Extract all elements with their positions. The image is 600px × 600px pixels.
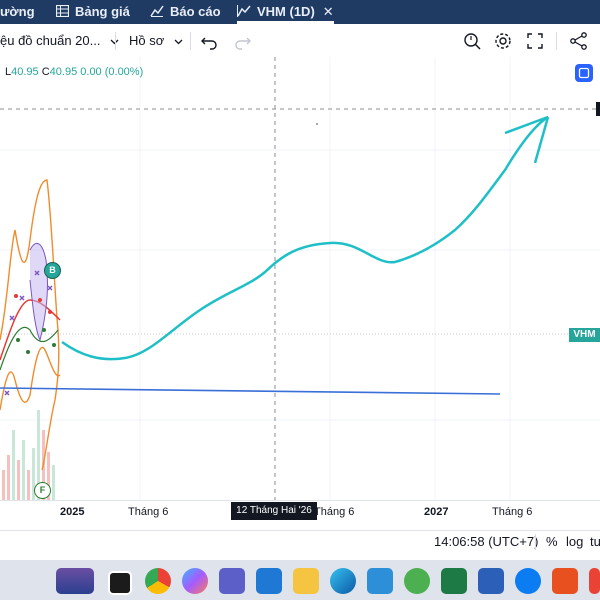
log-scale-toggle[interactable]: log [566,534,583,549]
misa-icon[interactable] [367,568,393,594]
chart-canvas[interactable] [0,57,600,500]
screenshot-button[interactable] [575,64,593,82]
nav-market-label: ường [0,4,35,19]
price-tag-label: VHM [573,329,596,340]
chevron-down-icon [174,33,183,48]
x-tick-thang6-c: Tháng 6 [492,506,533,518]
template-select-label: ệu đồ chuẩn 20... [0,33,101,48]
profile-select[interactable]: Hồ sơ [129,24,183,57]
settings-gear-icon[interactable] [492,30,514,52]
close-icon[interactable]: ✕ [323,4,334,19]
tab-vhm[interactable]: VHM (1D) ✕ [237,0,334,24]
copilot-icon[interactable] [182,568,208,594]
buy-marker-label: B [49,265,56,275]
folder-icon[interactable] [293,568,319,594]
signal-dots [16,328,56,354]
zalo-pc-icon[interactable] [404,568,430,594]
cloud-area [29,242,48,342]
nav-price-board-label: Bảng giá [75,4,130,19]
buy-marker[interactable]: B [44,262,61,279]
reader-icon[interactable] [552,568,578,594]
x-tick-2027: 2027 [424,506,449,518]
undo-icon[interactable] [199,30,221,52]
x-tick-thang6-a: Tháng 6 [128,506,169,518]
tab-vhm-label: VHM (1D) [257,4,315,19]
close-label: C [41,66,50,78]
x-tick-2025: 2025 [60,506,85,518]
profile-select-label: Hồ sơ [129,33,165,48]
upper-band [0,179,60,471]
alert-search-icon[interactable] [461,30,483,52]
redo-icon[interactable] [231,30,253,52]
trend-line[interactable] [0,387,501,395]
teams-icon[interactable] [219,568,245,594]
fullscreen-icon[interactable] [524,30,546,52]
projection-curve [61,115,549,361]
toolbar-divider [115,32,116,50]
word-icon[interactable] [478,568,504,594]
clock[interactable]: 14:06:58 (UTC+7) [434,534,538,549]
toolbar-divider [190,32,191,50]
chrome-alt-icon[interactable] [589,568,600,594]
chrome-icon[interactable] [145,568,171,594]
nav-reports-label: Báo cáo [170,4,221,19]
zalo-icon[interactable] [515,568,541,594]
percent-scale-toggle[interactable]: % [546,534,558,549]
close-value: 40.95 [49,66,78,78]
terminal-icon[interactable] [108,571,132,595]
edge-icon[interactable] [330,568,356,594]
nav-price-board[interactable]: Bảng giá [55,0,130,25]
price-tag: VHM [569,328,600,342]
camera-frame-icon [578,67,590,79]
table-icon [55,1,70,25]
ohlc-legend: L40.95 C40.95 0.00 (0.00%) [5,66,143,78]
price-scale-marker [596,102,600,116]
nav-reports[interactable]: Báo cáo [150,0,221,24]
low-value: 40.95 [11,66,39,78]
cursor-dot [316,123,318,125]
nav-market[interactable]: ường [0,0,35,24]
change-value: 0.00 (0.00%) [80,66,144,78]
fib-marker[interactable]: F [34,482,51,499]
weather-icon[interactable] [56,568,94,594]
auto-scale-toggle[interactable]: tu [590,534,600,549]
x-tick-thang6-b: Tháng 6 [314,506,355,518]
candle-chart-icon [237,1,251,25]
crosshair-date-label: 12 Tháng Hai '26 [231,502,317,520]
lower-band [0,346,61,411]
store-icon[interactable] [256,568,282,594]
fib-marker-label: F [39,485,46,495]
template-select[interactable]: ệu đồ chuẩn 20... [0,24,119,57]
toolbar-divider [556,32,557,50]
report-chart-icon [150,1,164,25]
share-icon[interactable] [568,30,590,52]
excel-icon[interactable] [441,568,467,594]
status-divider [535,534,536,550]
